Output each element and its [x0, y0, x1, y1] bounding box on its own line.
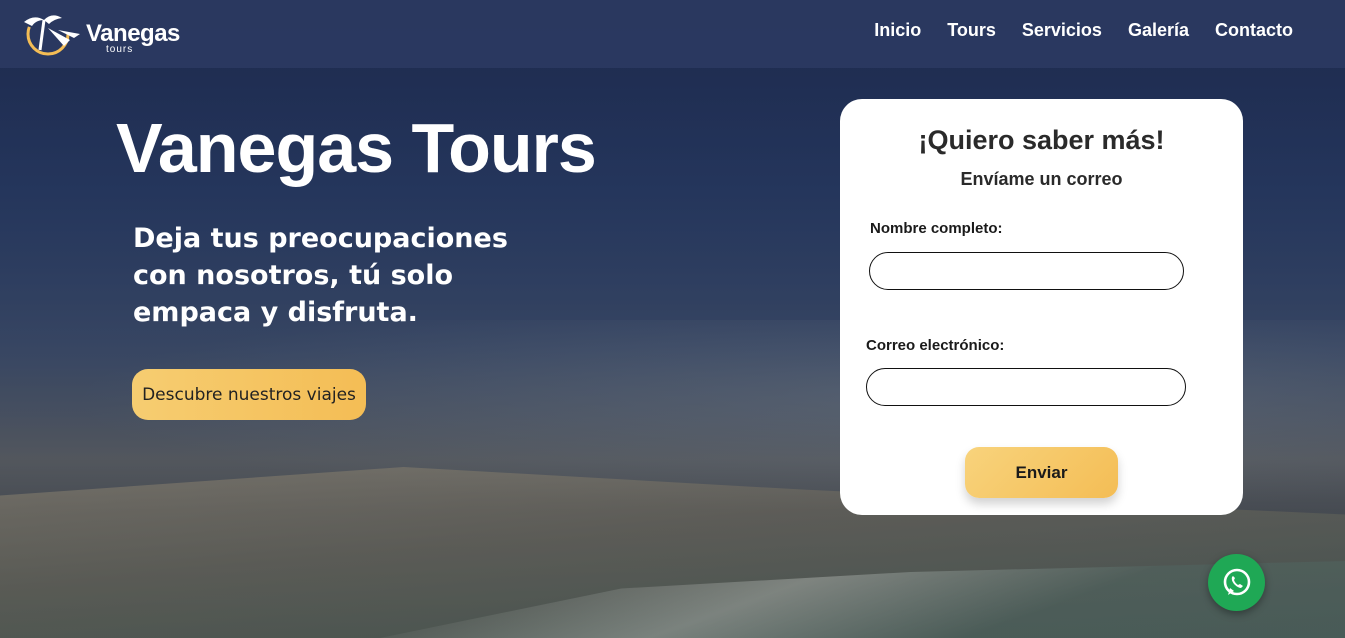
navbar: Vanegas tours Inicio Tours Servicios Gal… — [0, 0, 1345, 68]
full-name-input[interactable] — [869, 252, 1184, 290]
brand-tagline: tours — [106, 44, 134, 55]
form-title: ¡Quiero saber más! — [918, 125, 1165, 155]
nav-item-tours[interactable]: Tours — [947, 20, 996, 41]
email-input[interactable] — [866, 368, 1186, 406]
main-nav: Inicio Tours Servicios Galería Contacto — [874, 20, 1293, 41]
contact-form-card: ¡Quiero saber más! Envíame un correo Nom… — [840, 99, 1243, 515]
name-label: Nombre completo: — [870, 220, 1003, 237]
nav-item-inicio[interactable]: Inicio — [874, 20, 921, 41]
hero-subtitle: Deja tus preocupaciones con nosotros, tú… — [133, 223, 508, 328]
nav-item-galeria[interactable]: Galería — [1128, 20, 1189, 41]
nav-item-servicios[interactable]: Servicios — [1022, 20, 1102, 41]
hero-title: Vanegas Tours — [116, 109, 597, 187]
whatsapp-icon — [1223, 568, 1250, 595]
palm-plane-logo-icon — [24, 12, 80, 56]
discover-trips-button[interactable]: Descubre nuestros viajes — [132, 369, 366, 420]
submit-button[interactable]: Enviar — [965, 447, 1118, 498]
email-label: Correo electrónico: — [866, 337, 1005, 354]
nav-item-contacto[interactable]: Contacto — [1215, 20, 1293, 41]
form-subtitle: Envíame un correo — [960, 169, 1123, 189]
brand-logo[interactable]: Vanegas tours — [14, 10, 184, 56]
whatsapp-button[interactable] — [1208, 554, 1265, 611]
